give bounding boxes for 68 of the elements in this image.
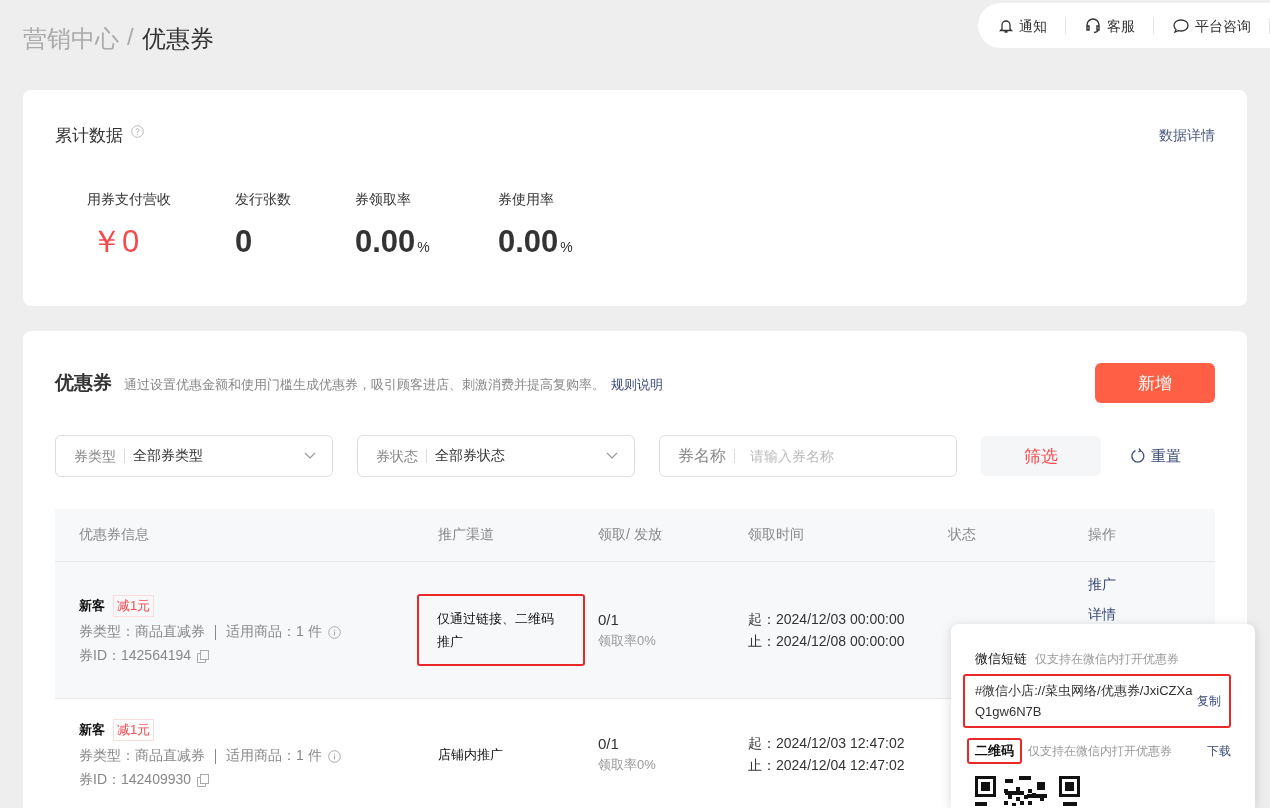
info-icon[interactable] — [327, 625, 341, 639]
field-label: 券名称 — [678, 449, 735, 463]
coupon-name: 新客 — [79, 597, 105, 615]
claimed-count: 0/1 — [598, 734, 620, 752]
short-link-hint: 仅支持在微信内打开优惠券 — [1035, 651, 1180, 668]
breadcrumb-separator: / — [127, 23, 134, 52]
info-icon[interactable] — [327, 749, 341, 763]
metric-label: 券使用率 — [498, 191, 555, 209]
page-title: 优惠券 — [141, 24, 214, 54]
copy-icon[interactable] — [197, 649, 210, 663]
chat-icon — [1172, 17, 1190, 34]
filter-dropdown[interactable]: 券状态 全部券状态 — [357, 435, 635, 477]
copy-icon[interactable] — [197, 773, 210, 787]
metric-label: 用券支付营收 — [87, 191, 172, 209]
metric-label: 券领取率 — [355, 191, 412, 209]
applicable-goods: 适用商品：1 件 — [226, 747, 322, 765]
top-action-button[interactable]: 平台咨询 — [1172, 17, 1270, 34]
coupon-id: 券ID：142409930 — [79, 771, 192, 789]
action-link[interactable]: 推广 — [1088, 576, 1215, 594]
coupon-type: 券类型：商品直减券 — [79, 747, 205, 765]
data-detail-link[interactable]: 数据详情 — [1159, 126, 1215, 145]
metric-value: 0 — [235, 225, 254, 259]
discount-tag: 减1元 — [113, 595, 155, 617]
refresh-icon — [1130, 448, 1146, 464]
claim-rate: 领取率0% — [598, 631, 657, 650]
bell-icon — [998, 17, 1014, 34]
qr-code-hint: 仅支持在微信内打开优惠券 — [1028, 742, 1173, 760]
end-time: 止：2024/12/04 12:47:02 — [748, 756, 906, 775]
claim-rate: 领取率0% — [598, 755, 657, 774]
top-action-button[interactable]: 通知 — [998, 17, 1066, 34]
headset-icon — [1084, 17, 1102, 34]
column-header: 推广渠道 — [438, 526, 495, 544]
discount-tag: 减1元 — [113, 719, 155, 741]
column-header: 优惠券信息 — [78, 526, 150, 544]
promotion-channel: 仅通过链接、二维码推广 — [417, 594, 585, 666]
column-header: 领取时间 — [748, 526, 805, 544]
metric-value: ￥0 — [90, 225, 141, 259]
short-link-text: #微信小店://菜虫网络/优惠券/JxiCZXaQ1gw6N7B — [975, 682, 1194, 721]
panel-title: 优惠券 — [55, 371, 112, 395]
column-header: 领取/ 发放 — [598, 526, 663, 544]
short-link-label: 微信短链 — [975, 650, 1027, 668]
metric-value: 0.00% — [498, 225, 573, 261]
reset-button[interactable]: 重置 — [1130, 446, 1181, 466]
top-action-button[interactable]: 客服 — [1084, 17, 1154, 34]
help-icon[interactable] — [131, 125, 144, 138]
filter-dropdown[interactable]: 券类型 全部券类型 — [55, 435, 333, 477]
column-header: 状态 — [948, 526, 977, 544]
chevron-down-icon — [304, 452, 316, 460]
chevron-down-icon — [606, 452, 618, 460]
rules-link[interactable]: 规则说明 — [611, 377, 663, 392]
coupon-type: 券类型：商品直减券 — [79, 623, 205, 641]
start-time: 起：2024/12/03 12:47:02 — [748, 734, 906, 753]
metric-label: 发行张数 — [235, 191, 292, 209]
download-link[interactable]: 下载 — [1207, 742, 1231, 760]
promotion-channel: 店铺内推广 — [438, 745, 504, 764]
column-header: 操作 — [1088, 526, 1117, 544]
coupon-name: 新客 — [79, 721, 105, 739]
section-title: 累计数据 — [55, 125, 123, 147]
panel-description: 通过设置优惠金额和使用门槛生成优惠券，吸引顾客进店、刺激消费并提高复购率。 规则说明 — [124, 376, 663, 394]
qr-code-label: 二维码 — [967, 738, 1022, 764]
copy-link[interactable]: 复制 — [1197, 692, 1221, 710]
metric-value: 0.00% — [355, 225, 431, 261]
end-time: 止：2024/12/08 00:00:00 — [748, 632, 906, 651]
applicable-goods: 适用商品：1 件 — [226, 623, 322, 641]
claimed-count: 0/1 — [598, 610, 620, 628]
start-time: 起：2024/12/03 00:00:00 — [748, 610, 906, 629]
action-link[interactable]: 详情 — [1088, 606, 1215, 624]
coupon-id: 券ID：142564194 — [79, 647, 192, 665]
